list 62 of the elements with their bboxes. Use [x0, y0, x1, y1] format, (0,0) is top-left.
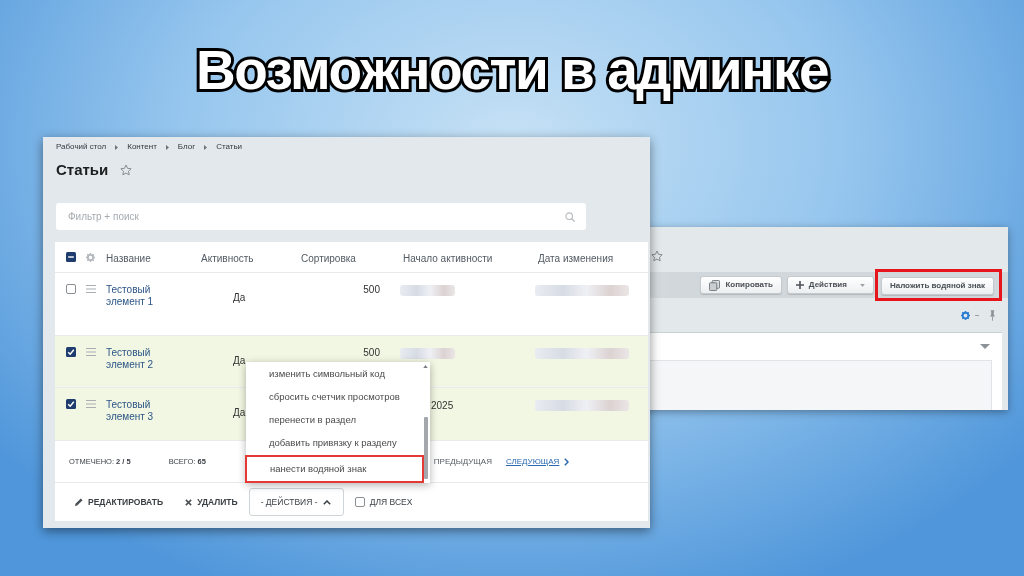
table-cell: 2025: [431, 400, 454, 412]
search-field[interactable]: Фильтр + поиск: [56, 203, 586, 230]
table-cell: Да: [233, 355, 246, 366]
column-header[interactable]: Дата изменения: [538, 253, 614, 264]
edit-button[interactable]: РЕДАКТИРОВАТЬ: [75, 495, 164, 509]
plus-icon: [795, 281, 804, 289]
chevron-right-icon[interactable]: [564, 457, 570, 466]
previous-page-link[interactable]: ПРЕДЫДУЩАЯ: [433, 455, 492, 468]
pencil-icon: [75, 498, 83, 506]
column-header[interactable]: Начало активности: [403, 253, 493, 264]
breadcrumb-arrow-icon: [204, 144, 208, 150]
breadcrumb-link[interactable]: Контент: [127, 142, 157, 152]
actions-select[interactable]: - ДЕЙСТВИЯ -: [248, 488, 344, 516]
scrollbar-thumb[interactable]: [424, 417, 428, 479]
toolbar-button[interactable]: Наложить водяной знак: [880, 277, 994, 295]
item-link[interactable]: Тестовый элемент 3: [106, 399, 168, 423]
delete-button[interactable]: УДАЛИТЬ: [185, 495, 238, 509]
column-header[interactable]: Сортировка: [301, 253, 356, 264]
table-cell: Да: [233, 407, 246, 418]
table-cell: 500: [363, 347, 380, 359]
caret-down-icon: [859, 283, 865, 287]
settings-icon[interactable]: [961, 310, 970, 320]
breadcrumb-link[interactable]: Статьи: [216, 142, 243, 152]
dropdown-option[interactable]: перенести в раздел: [246, 408, 422, 432]
chevron-up-icon: [322, 499, 331, 505]
item-link[interactable]: Тестовый элемент 2: [106, 347, 168, 371]
star-icon[interactable]: [120, 164, 133, 176]
toolbar-button[interactable]: Действия: [786, 276, 874, 294]
checkbox[interactable]: [66, 284, 76, 294]
dropdown-option[interactable]: изменить символьный код: [246, 363, 422, 386]
caret-down-icon[interactable]: [980, 344, 990, 349]
slide-title: Возможности в админке: [196, 40, 828, 100]
dropdown-option[interactable]: сбросить счетчик просмотров: [246, 385, 422, 409]
breadcrumb-link[interactable]: Блог: [177, 142, 196, 152]
dropdown-option[interactable]: добавить привязку к разделу: [246, 431, 422, 455]
search-icon[interactable]: [565, 212, 575, 222]
breadcrumb-arrow-icon: [165, 144, 169, 150]
table-cell: Да: [233, 292, 246, 303]
item-link[interactable]: Тестовый элемент 1: [106, 284, 168, 308]
pin-icon[interactable]: [989, 309, 996, 321]
checkbox[interactable]: [66, 347, 76, 357]
column-header[interactable]: Активность: [201, 253, 254, 264]
breadcrumb-arrow-icon: [115, 144, 119, 150]
checkbox[interactable]: [66, 252, 76, 262]
dash-icon: [975, 314, 979, 316]
for-all-checkbox[interactable]: ДЛЯ ВСЕХ: [354, 495, 413, 509]
breadcrumb-link[interactable]: Рабочий стол: [56, 142, 107, 152]
checkbox[interactable]: [66, 399, 76, 409]
menu-icon[interactable]: [86, 348, 96, 356]
column-header[interactable]: Название: [106, 253, 151, 264]
close-icon: [185, 498, 193, 506]
page-heading: Статьи: [56, 161, 109, 179]
menu-icon[interactable]: [86, 400, 96, 408]
dropdown-option[interactable]: нанести водяной знак: [245, 455, 424, 483]
settings-icon[interactable]: [86, 252, 95, 262]
table-cell: 500: [363, 284, 380, 296]
scroll-up-arrow-icon[interactable]: [423, 365, 428, 368]
copy-icon: [709, 279, 721, 291]
star-icon[interactable]: [651, 250, 663, 262]
menu-icon[interactable]: [86, 285, 96, 293]
toolbar-button[interactable]: Копировать: [700, 276, 782, 294]
next-page-link[interactable]: СЛЕДУЮЩАЯ: [506, 455, 560, 468]
